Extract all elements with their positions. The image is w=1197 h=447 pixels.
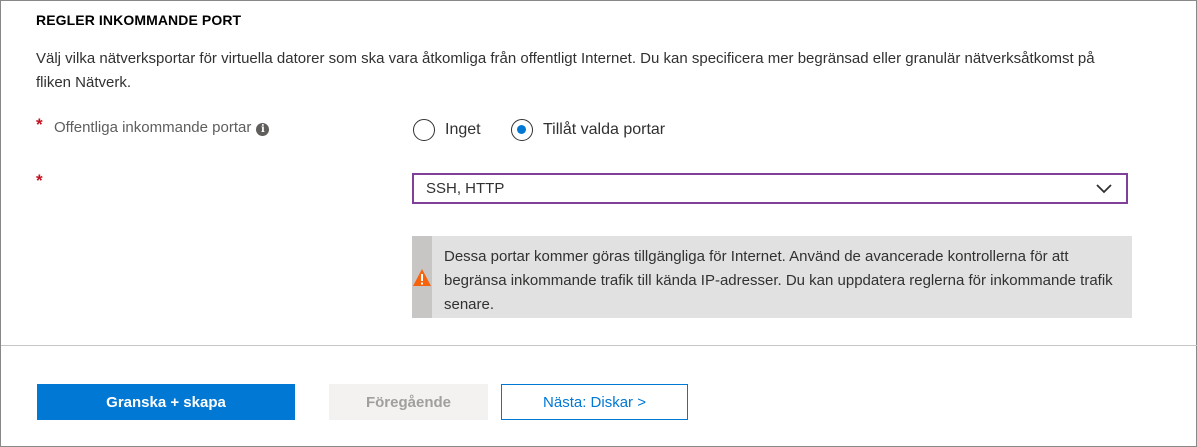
warning-icon-bar — [412, 236, 432, 318]
review-create-button[interactable]: Granska + skapa — [37, 384, 295, 420]
warning-text: Dessa portar kommer göras tillgängliga f… — [444, 248, 1113, 313]
radio-none-circle[interactable] — [413, 119, 435, 141]
info-icon[interactable]: i — [256, 123, 270, 136]
public-inbound-ports-label: Offentliga inkommande portar i — [54, 119, 270, 136]
required-marker: * — [36, 115, 43, 134]
inbound-port-rules-panel: REGLER INKOMMANDE PORT Välj vilka nätver… — [0, 0, 1197, 447]
inbound-ports-dropdown[interactable]: SSH, HTTP — [412, 173, 1128, 204]
chevron-down-icon[interactable] — [1094, 179, 1114, 199]
radio-none-label[interactable]: Inget — [445, 121, 481, 139]
radio-allow-selected-ports[interactable]: Tillåt valda portar — [511, 117, 665, 143]
radio-none[interactable]: Inget — [413, 117, 481, 143]
section-title: REGLER INKOMMANDE PORT — [36, 12, 242, 28]
warning-icon — [413, 268, 431, 286]
section-description: Välj vilka nätverksportar för virtuella … — [36, 50, 1095, 91]
next-disks-button[interactable]: Nästa: Diskar > — [501, 384, 688, 420]
previous-button[interactable]: Föregående — [329, 384, 488, 420]
inbound-ports-dropdown-value: SSH, HTTP — [426, 180, 505, 197]
footer-divider — [1, 345, 1197, 346]
radio-allow-selected-ports-label[interactable]: Tillåt valda portar — [543, 121, 665, 139]
public-inbound-ports-label-text: Offentliga inkommande portar — [54, 119, 252, 136]
warning-message: Dessa portar kommer göras tillgängliga f… — [412, 236, 1132, 318]
required-marker: * — [36, 171, 43, 190]
radio-allow-selected-ports-circle[interactable] — [511, 119, 533, 141]
